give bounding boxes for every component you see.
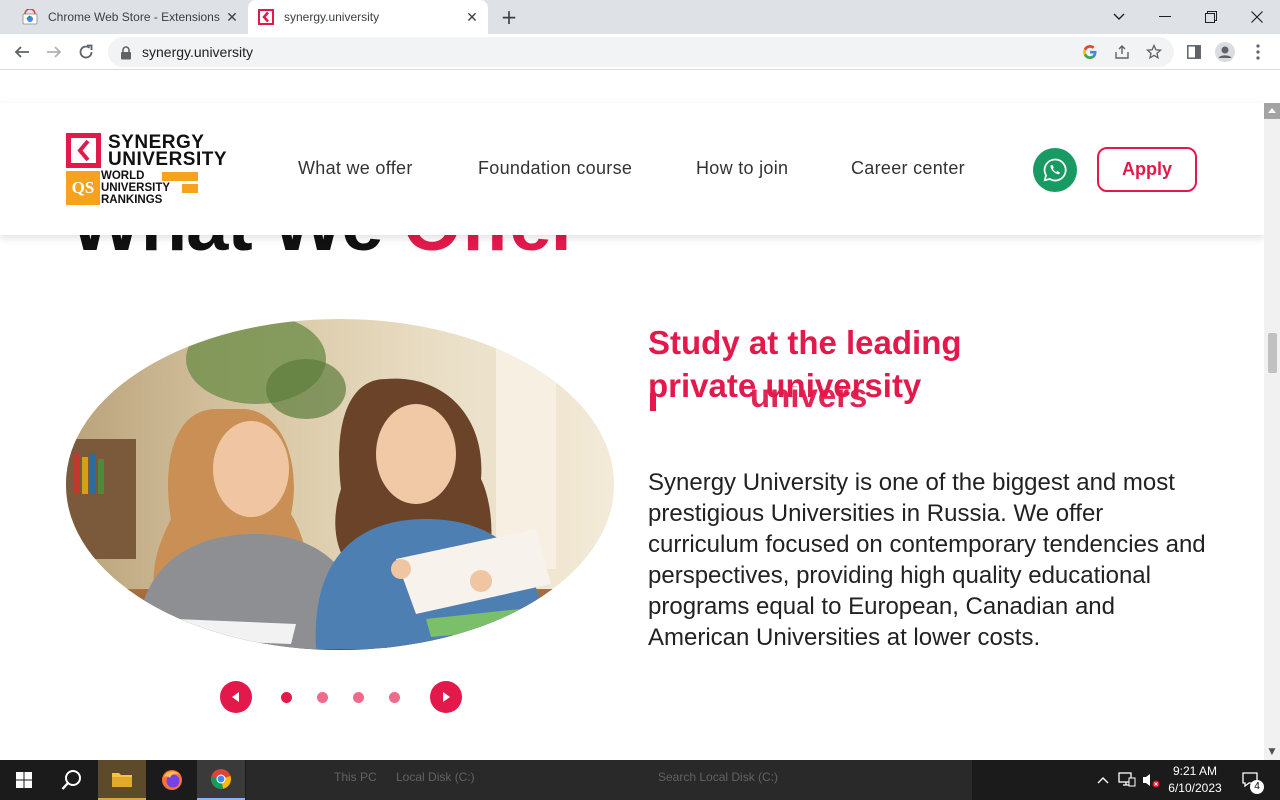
lock-icon[interactable]	[120, 45, 132, 64]
students-photo	[66, 319, 614, 650]
firefox-icon[interactable]	[148, 760, 196, 800]
page-viewport: What We Offer SYNERGY UNIVERSITY QS WORL…	[0, 71, 1264, 760]
qs-badge: QS	[66, 171, 100, 205]
windows-logo-icon	[16, 772, 32, 788]
explorer-path-1: This PC	[334, 770, 377, 784]
start-button[interactable]	[0, 760, 48, 800]
carousel-controls	[220, 681, 464, 715]
whatsapp-icon	[1043, 158, 1067, 182]
tab-strip: Chrome Web Store - Extensions ✕ synergy.…	[0, 0, 1280, 34]
scroll-up-icon[interactable]	[1264, 103, 1280, 119]
bookmark-star-icon[interactable]	[1146, 44, 1162, 60]
carousel-dot-2[interactable]	[317, 692, 328, 703]
qs-line2: UNIVERSITY	[101, 182, 171, 194]
share-icon[interactable]	[1114, 44, 1130, 60]
explorer-search: Search Local Disk (C:)	[658, 770, 779, 784]
carousel-dot-1[interactable]	[281, 692, 292, 703]
nav-foundation-course[interactable]: Foundation course	[478, 158, 632, 179]
synergy-logo[interactable]: SYNERGY UNIVERSITY QS WORLD UNIVERSITY R…	[66, 133, 238, 207]
apply-button[interactable]: Apply	[1097, 147, 1197, 192]
restore-icon[interactable]	[1188, 0, 1234, 34]
search-icon[interactable]	[48, 760, 96, 800]
tab-synergy-university[interactable]: synergy.university ✕	[248, 0, 488, 34]
nav-career-center[interactable]: Career center	[851, 158, 965, 179]
qs-line3: RANKINGS	[101, 194, 163, 206]
section-body-text: Synergy University is one of the biggest…	[648, 469, 1206, 651]
windows-taskbar: This PC Local Disk (C:) Search Local Dis…	[0, 760, 1280, 800]
new-tab-icon[interactable]: +	[498, 7, 520, 29]
address-bar[interactable]: synergy.university	[108, 37, 1174, 67]
qs-stripe	[162, 172, 198, 181]
page-scrollbar[interactable]: ▼	[1264, 103, 1280, 760]
whatsapp-button[interactable]	[1033, 148, 1077, 192]
clock-time: 9:21 AM	[1172, 764, 1218, 778]
network-icon[interactable]	[1116, 760, 1138, 800]
qs-stripe	[182, 184, 198, 193]
clock-date: 6/10/2023	[1168, 781, 1222, 795]
carousel-dot-4[interactable]	[389, 692, 400, 703]
subtitle-overlap-fragment	[650, 393, 656, 411]
tab-title: synergy.university	[284, 10, 380, 24]
tab-chrome-web-store[interactable]: Chrome Web Store - Extensions ✕	[8, 0, 248, 34]
google-translate-icon[interactable]	[1082, 44, 1098, 60]
close-tab-icon[interactable]: ✕	[224, 9, 240, 25]
forward-icon[interactable]	[40, 38, 68, 66]
synergy-logo-mark-icon	[66, 133, 101, 168]
scroll-down-icon[interactable]: ▼	[1264, 744, 1280, 760]
nav-how-to-join[interactable]: How to join	[696, 158, 788, 179]
close-tab-icon[interactable]: ✕	[464, 9, 480, 25]
triangle-right-icon	[443, 692, 450, 702]
show-hidden-icons-chevron-icon[interactable]	[1094, 760, 1112, 800]
ghost-explorer-window: This PC Local Disk (C:) Search Local Dis…	[246, 760, 972, 800]
browser-toolbar: synergy.university	[0, 34, 1280, 70]
reload-icon[interactable]	[72, 38, 100, 66]
tab-title: Chrome Web Store - Extensions	[48, 10, 220, 24]
scrollbar-thumb[interactable]	[1268, 333, 1277, 373]
close-window-icon[interactable]	[1234, 0, 1280, 34]
notification-count-badge: 4	[1250, 780, 1264, 794]
system-clock[interactable]: 9:21 AM 6/10/2023	[1160, 763, 1230, 797]
menu-kebab-icon[interactable]	[1248, 42, 1268, 62]
notifications-icon[interactable]: 4	[1236, 760, 1266, 800]
back-icon[interactable]	[8, 38, 36, 66]
minimize-icon[interactable]	[1142, 0, 1188, 34]
chrome-web-store-icon	[22, 9, 38, 25]
logo-line2: UNIVERSITY	[108, 149, 228, 170]
site-header: SYNERGY UNIVERSITY QS WORLD UNIVERSITY R…	[0, 103, 1264, 235]
carousel-next-button[interactable]	[430, 681, 462, 713]
explorer-path-2: Local Disk (C:)	[396, 770, 475, 784]
side-panel-icon[interactable]	[1184, 42, 1204, 62]
volume-muted-icon[interactable]	[1140, 760, 1162, 800]
chrome-icon[interactable]	[197, 760, 245, 800]
carousel-prev-button[interactable]	[220, 681, 252, 713]
profile-avatar-icon[interactable]	[1215, 42, 1235, 62]
tab-search-chevron-icon[interactable]	[1096, 0, 1142, 34]
synergy-favicon-icon	[258, 9, 274, 25]
triangle-left-icon	[232, 692, 239, 702]
qs-line1: WORLD	[101, 170, 145, 182]
url-text[interactable]: synergy.university	[142, 44, 253, 60]
carousel-dot-3[interactable]	[353, 692, 364, 703]
file-explorer-icon[interactable]	[98, 760, 146, 800]
nav-what-we-offer[interactable]: What we offer	[298, 158, 413, 179]
